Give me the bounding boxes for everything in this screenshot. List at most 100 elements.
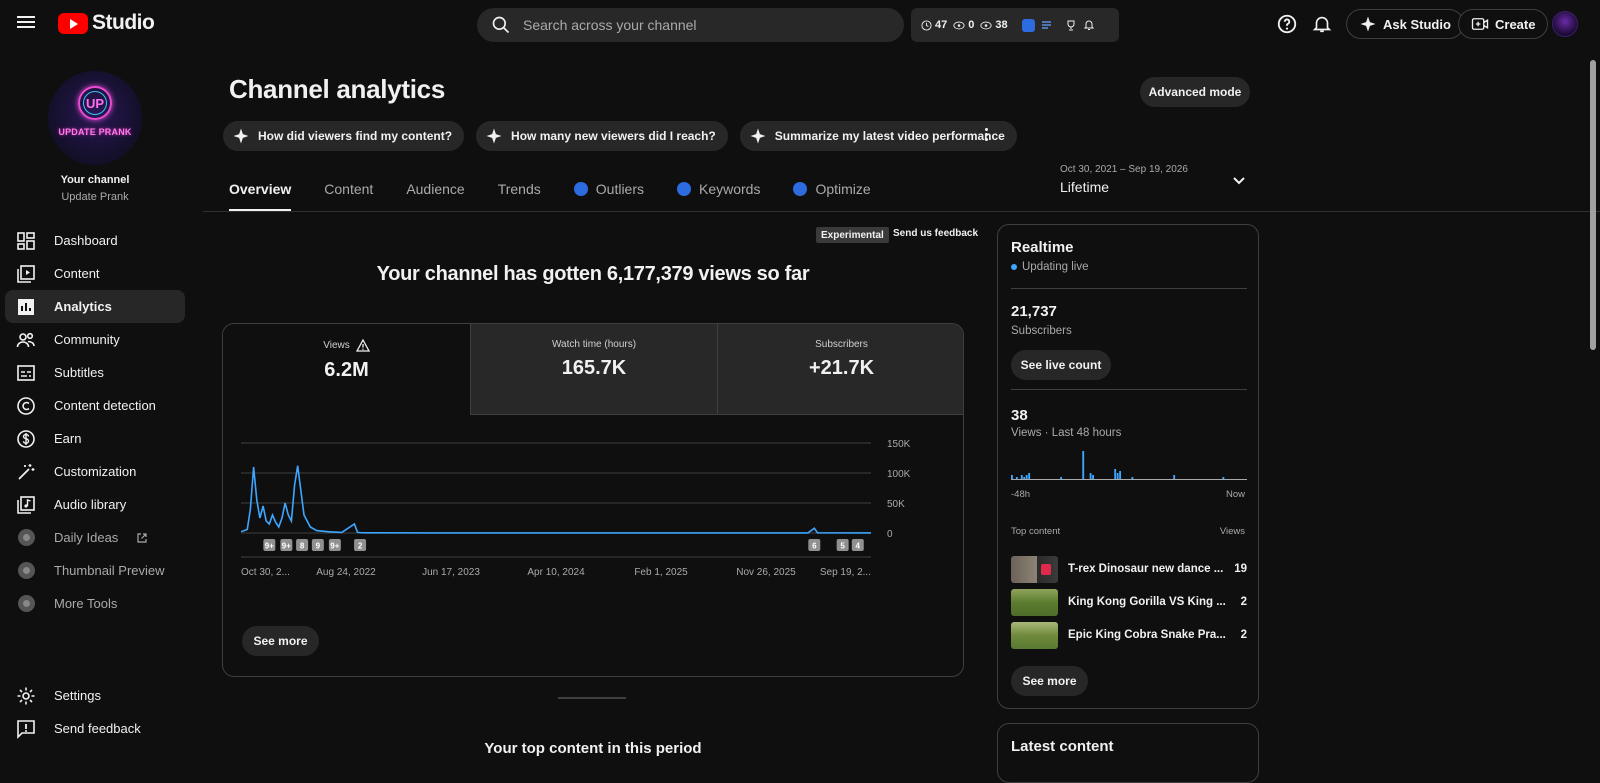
ask-studio-button[interactable]: Ask Studio bbox=[1346, 9, 1464, 39]
video-views: 2 bbox=[1240, 596, 1247, 608]
realtime-bar-chart bbox=[1011, 451, 1247, 480]
chip-label: Summarize my latest video performance bbox=[774, 129, 1005, 143]
video-thumbnail bbox=[1011, 588, 1058, 616]
realtime-bar bbox=[1020, 475, 1023, 479]
tab-audience[interactable]: Audience bbox=[406, 175, 464, 211]
extension-icon bbox=[16, 528, 36, 548]
advanced-mode-button[interactable]: Advanced mode bbox=[1140, 77, 1250, 107]
views-chart-svg: 150K 100K 50K 0 9+ 9+ 8 9 9+ 2 6 5 4 Oct 30, 2... Aug … bbox=[240, 439, 911, 578]
extension-icon bbox=[16, 561, 36, 581]
magic-wand-icon bbox=[16, 462, 36, 482]
metric-value: 165.7K bbox=[561, 357, 627, 379]
suggestion-chip[interactable]: Summarize my latest video performance bbox=[739, 121, 1017, 151]
realtime-bar bbox=[1173, 475, 1176, 479]
metric-subscribers-tab[interactable]: Subscribers +21.7K bbox=[717, 324, 963, 415]
extension-icon bbox=[793, 182, 808, 196]
top-content-row[interactable]: T-rex Dinosaur new dance ... 19 bbox=[1011, 555, 1247, 583]
tab-outliers[interactable]: Outliers bbox=[573, 175, 644, 211]
video-thumbnail bbox=[1011, 621, 1058, 649]
sidebar-item-content[interactable]: Content bbox=[5, 257, 185, 290]
list-icon[interactable] bbox=[1041, 19, 1053, 31]
account-avatar[interactable] bbox=[1552, 11, 1578, 37]
send-feedback-link[interactable]: Send us feedback bbox=[893, 228, 978, 239]
more-options-icon[interactable] bbox=[981, 126, 991, 146]
top-content-row[interactable]: Epic King Cobra Snake Pra... 2 bbox=[1011, 621, 1247, 649]
sidebar-item-content-detection[interactable]: Content detection bbox=[5, 389, 185, 422]
video-title: Epic King Cobra Snake Pra... bbox=[1068, 629, 1226, 641]
extension-icon[interactable] bbox=[1021, 18, 1035, 32]
date-range-label: Lifetime bbox=[1060, 179, 1110, 195]
realtime-bar bbox=[1028, 473, 1031, 479]
video-marker-label: 9+ bbox=[265, 542, 274, 551]
chip-label: How many new viewers did I reach? bbox=[511, 129, 716, 143]
extension-stats-pill[interactable]: 47 0 38 bbox=[911, 8, 1119, 42]
page-title: Channel analytics bbox=[229, 74, 445, 104]
video-views: 19 bbox=[1234, 563, 1247, 575]
sidebar-item-more-tools[interactable]: More Tools bbox=[5, 587, 185, 620]
realtime-bar bbox=[1089, 473, 1092, 479]
metric-label: Views bbox=[323, 340, 350, 351]
audio-library-icon bbox=[16, 495, 36, 515]
views-headline: Your channel has gotten 6,177,379 views … bbox=[376, 263, 810, 285]
sidebar-item-subtitles[interactable]: Subtitles bbox=[5, 356, 185, 389]
tab-trends[interactable]: Trends bbox=[498, 175, 541, 211]
search-input[interactable] bbox=[523, 17, 863, 33]
search-bar[interactable] bbox=[477, 8, 904, 42]
views-header: Views bbox=[1219, 526, 1245, 537]
metric-watch-time-tab[interactable]: Watch time (hours) 165.7K bbox=[470, 324, 717, 415]
notifications-icon[interactable] bbox=[1311, 13, 1333, 35]
sparkle-icon bbox=[750, 128, 766, 144]
tab-overview[interactable]: Overview bbox=[229, 175, 292, 211]
sidebar-item-send-feedback[interactable]: Send feedback bbox=[5, 712, 185, 745]
video-marker-label: 4 bbox=[856, 542, 861, 551]
realtime-bar bbox=[1222, 477, 1225, 479]
warning-icon[interactable] bbox=[355, 339, 370, 352]
sidebar-item-thumbnail-preview[interactable]: Thumbnail Preview bbox=[5, 554, 185, 587]
y-tick-label: 0 bbox=[887, 529, 893, 540]
video-marker-label: 9+ bbox=[330, 542, 339, 551]
sidebar-item-settings[interactable]: Settings bbox=[5, 679, 185, 712]
date-range-selector[interactable]: Oct 30, 2021 – Sep 19, 2026 Lifetime bbox=[1060, 164, 1254, 198]
menu-icon[interactable] bbox=[16, 13, 36, 33]
x-tick-label: Apr 10, 2024 bbox=[527, 567, 585, 578]
top-content-row[interactable]: King Kong Gorilla VS King ... 2 bbox=[1011, 588, 1247, 616]
video-title: King Kong Gorilla VS King ... bbox=[1068, 596, 1226, 608]
sidebar-item-analytics[interactable]: Analytics bbox=[5, 290, 185, 323]
create-video-icon bbox=[1471, 18, 1489, 30]
help-icon[interactable] bbox=[1276, 13, 1298, 35]
page-scrollbar[interactable] bbox=[1590, 60, 1596, 350]
suggestion-chip[interactable]: How many new viewers did I reach? bbox=[476, 121, 728, 151]
bell-icon[interactable] bbox=[1083, 19, 1095, 31]
sidebar-item-community[interactable]: Community bbox=[5, 323, 185, 356]
suggestion-chip[interactable]: How did viewers find my content? bbox=[223, 121, 465, 151]
sparkle-icon bbox=[233, 128, 249, 144]
see-more-button[interactable]: See more bbox=[242, 626, 319, 656]
sidebar-item-label: Settings bbox=[54, 688, 101, 703]
x-tick-label: Jun 17, 2023 bbox=[422, 567, 480, 578]
sidebar-item-label: Community bbox=[54, 332, 120, 347]
trophy-icon[interactable] bbox=[1065, 19, 1077, 31]
studio-logo[interactable]: Studio bbox=[58, 11, 155, 35]
sidebar-item-customization[interactable]: Customization bbox=[5, 455, 185, 488]
sidebar-item-audio-library[interactable]: Audio library bbox=[5, 488, 185, 521]
tab-content[interactable]: Content bbox=[324, 175, 373, 211]
tab-keywords[interactable]: Keywords bbox=[677, 175, 760, 211]
metric-views-tab[interactable]: Views 6.2M bbox=[223, 324, 470, 415]
extension-icon bbox=[573, 182, 588, 196]
axis-left-label: -48h bbox=[1011, 489, 1031, 500]
updating-live-status: Updating live bbox=[1011, 261, 1088, 273]
realtime-see-more-button[interactable]: See more bbox=[1011, 666, 1088, 696]
clock-icon bbox=[921, 19, 932, 31]
video-marker-label: 6 bbox=[812, 542, 817, 551]
live-dot-icon bbox=[1011, 264, 1017, 270]
create-button[interactable]: Create bbox=[1458, 9, 1549, 39]
sidebar-item-dashboard[interactable]: Dashboard bbox=[5, 224, 185, 257]
video-marker-label: 9+ bbox=[282, 542, 291, 551]
channel-avatar[interactable]: UP UPDATE PRANK bbox=[48, 71, 142, 165]
tab-optimize[interactable]: Optimize bbox=[793, 175, 871, 211]
tab-label: Outliers bbox=[595, 181, 644, 197]
sidebar-item-label: Send feedback bbox=[54, 721, 141, 736]
sidebar-item-earn[interactable]: Earn bbox=[5, 422, 185, 455]
sidebar-item-daily-ideas[interactable]: Daily Ideas bbox=[5, 521, 185, 554]
see-live-count-button[interactable]: See live count bbox=[1011, 350, 1111, 380]
